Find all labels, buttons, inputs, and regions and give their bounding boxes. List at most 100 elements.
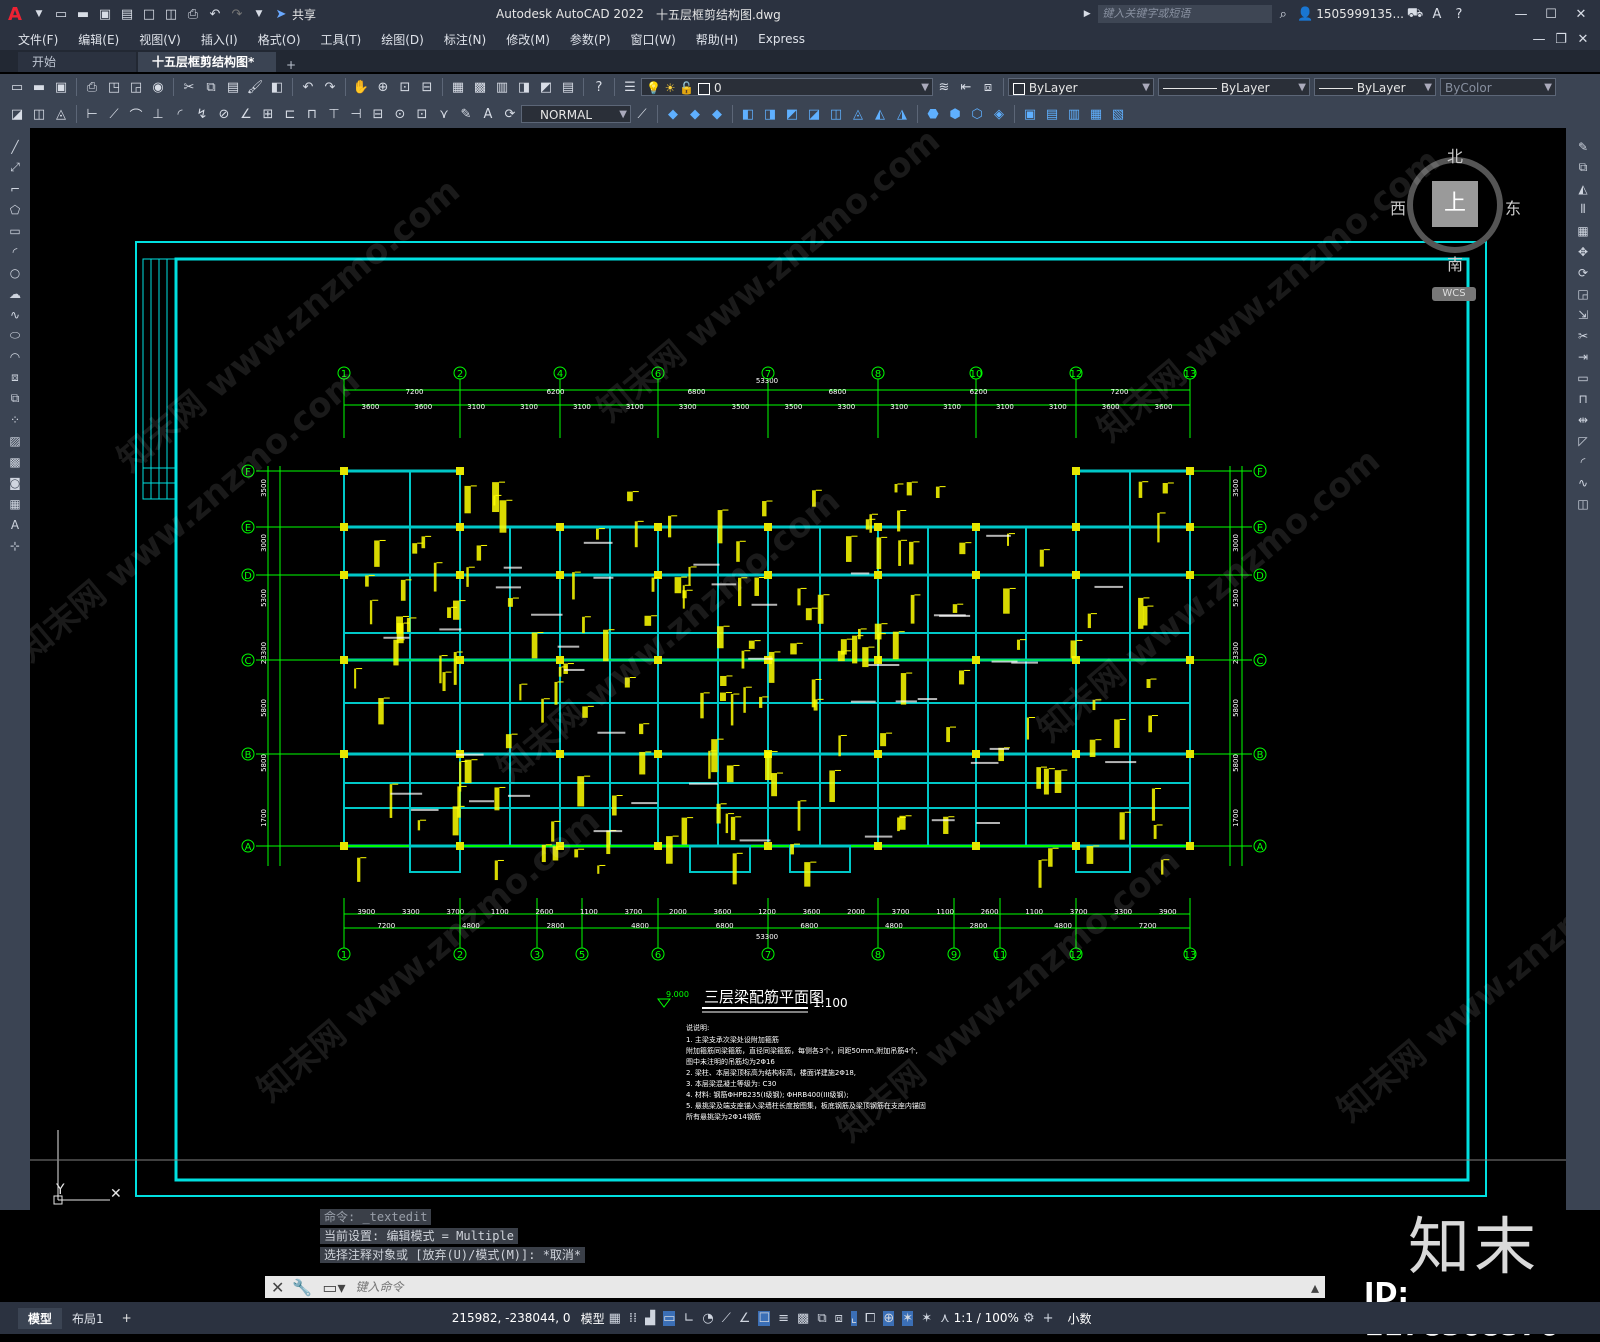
extend-icon[interactable]: ⇥ xyxy=(1571,346,1595,367)
model-space-button[interactable]: 模型 xyxy=(581,1310,605,1327)
annotation-scale-value[interactable]: 1:1 / 100% xyxy=(954,1311,1019,1325)
wcs-button[interactable]: WCS xyxy=(1432,287,1476,301)
menu-draw[interactable]: 绘图(D) xyxy=(371,31,434,48)
jog-linear-icon[interactable]: ⋎ xyxy=(435,105,453,123)
view-icon-20[interactable]: ▧ xyxy=(1109,105,1127,123)
3d-osnap-icon[interactable]: ⧈ xyxy=(835,1311,843,1326)
print-icon[interactable]: ⎙ xyxy=(184,5,202,23)
rectangle-icon[interactable]: ▭ xyxy=(3,220,27,241)
tb-blockeditor-icon[interactable]: ◧ xyxy=(268,78,286,96)
view-icon-14[interactable]: ⬡ xyxy=(968,105,986,123)
lineweight-icon[interactable]: ≡ xyxy=(778,1311,789,1326)
plotstyle-dropdown[interactable]: ByColor ▼ xyxy=(1440,78,1556,96)
web-open-icon[interactable]: □ xyxy=(140,5,158,23)
region-icon[interactable]: ◙ xyxy=(3,472,27,493)
view-icon-4[interactable]: ◧ xyxy=(739,105,757,123)
save-as-icon[interactable]: ▤ xyxy=(118,5,136,23)
web-save-icon[interactable]: ◫ xyxy=(162,5,180,23)
dynamic-ucs-icon[interactable]: ⌞ xyxy=(850,1310,857,1326)
share-button[interactable]: 共享 xyxy=(292,6,316,23)
tb-undo-icon[interactable]: ↶ xyxy=(299,78,317,96)
tb-plot-icon[interactable]: ⎙ xyxy=(83,78,101,96)
tb-designcenter-icon[interactable]: ▩ xyxy=(471,78,489,96)
mtext-icon[interactable]: A xyxy=(3,514,27,535)
tb-properties-icon[interactable]: ▦ xyxy=(449,78,467,96)
dimstyle-dropdown[interactable]: NORMAL ▼ xyxy=(521,105,631,123)
maximize-icon[interactable]: ☐ xyxy=(1542,5,1560,23)
quick-dim-icon[interactable]: ⊞ xyxy=(259,105,277,123)
rotate-icon[interactable]: ⟳ xyxy=(1571,262,1595,283)
view-icon-8[interactable]: ◫ xyxy=(827,105,845,123)
menu-dimension[interactable]: 标注(N) xyxy=(434,31,496,48)
viewcube-face-top[interactable]: 上 xyxy=(1432,181,1478,227)
layer-on-icon[interactable]: 💡 xyxy=(646,81,661,95)
linear-dim-icon[interactable]: ⊢ xyxy=(83,105,101,123)
command-prompt-icon[interactable]: ▭▾ xyxy=(322,1278,345,1297)
linetype-dropdown[interactable]: ByLayer ▼ xyxy=(1158,78,1310,96)
circle-icon[interactable]: ○ xyxy=(3,262,27,283)
menu-parametric[interactable]: 参数(P) xyxy=(560,31,621,48)
tb-cut-icon[interactable]: ✂ xyxy=(180,78,198,96)
menu-insert[interactable]: 插入(I) xyxy=(191,31,248,48)
autodesk-app-icon[interactable]: A xyxy=(1428,5,1446,23)
scale-icon[interactable]: ◲ xyxy=(1571,283,1595,304)
help-icon[interactable]: ? xyxy=(1450,5,1468,23)
tb-layer-previous-icon[interactable]: ⇤ xyxy=(957,78,975,96)
tb-calculator-icon[interactable]: ▤ xyxy=(559,78,577,96)
annotation-scale-icon[interactable]: ⋏ xyxy=(940,1311,950,1326)
layer-dropdown[interactable]: 💡 ☀ 🔓 0 ▼ xyxy=(641,78,933,96)
doc-close-icon[interactable]: ✕ xyxy=(1574,30,1592,48)
copy-object-icon[interactable]: ⧉ xyxy=(1571,157,1595,178)
move-icon[interactable]: ✥ xyxy=(1571,241,1595,262)
view-icon-16[interactable]: ▣ xyxy=(1021,105,1039,123)
hatch-icon[interactable]: ▨ xyxy=(3,430,27,451)
tab-start[interactable]: 开始 xyxy=(18,52,136,72)
arc-length-icon[interactable]: ⌒ xyxy=(127,105,145,124)
isodraft-icon[interactable]: ⟋ xyxy=(722,1311,731,1326)
view-icon-5[interactable]: ◨ xyxy=(761,105,779,123)
new-tab-icon[interactable]: + xyxy=(286,58,296,72)
menu-edit[interactable]: 编辑(E) xyxy=(68,31,129,48)
annotation-visibility-icon[interactable]: ✶ xyxy=(902,1310,914,1326)
command-recent-icon[interactable]: ▴ xyxy=(1311,1278,1319,1297)
tb-paste-icon[interactable]: ▤ xyxy=(224,78,242,96)
tb-make-current-icon[interactable]: ≋ xyxy=(935,78,953,96)
make-block-icon[interactable]: ⧉ xyxy=(3,388,27,409)
tb-icon-2[interactable]: ◫ xyxy=(30,105,48,123)
view-icon-2[interactable]: ◆ xyxy=(686,105,704,123)
transparency-icon[interactable]: ▩ xyxy=(797,1311,809,1326)
chevron-right-icon[interactable]: ▶ xyxy=(1078,5,1096,23)
user-name[interactable]: 1505999135... xyxy=(1316,7,1404,21)
search-input[interactable]: 键入关键字或短语 xyxy=(1098,5,1273,23)
color-dropdown[interactable]: ByLayer ▼ xyxy=(1008,78,1154,96)
tb-help-icon[interactable]: ? xyxy=(590,78,608,96)
command-settings-icon[interactable]: 🔧 xyxy=(292,1278,312,1297)
viewcube-east[interactable]: 东 xyxy=(1505,195,1521,219)
tb-3dprint-icon[interactable]: ◉ xyxy=(149,78,167,96)
minimize-icon[interactable]: — xyxy=(1512,5,1530,23)
share-icon[interactable]: ➤ xyxy=(272,5,290,23)
viewcube-south[interactable]: 南 xyxy=(1447,251,1463,275)
fillet-icon[interactable]: ◜ xyxy=(1571,451,1595,472)
cart-icon[interactable]: ⛟ xyxy=(1406,5,1424,23)
arc-icon[interactable]: ◜ xyxy=(3,241,27,262)
polygon-icon[interactable]: ⬠ xyxy=(3,199,27,220)
aligned-dim-icon[interactable]: ⟋ xyxy=(105,105,123,123)
polar-icon[interactable]: ◔ xyxy=(702,1311,713,1326)
view-icon-9[interactable]: ◬ xyxy=(849,105,867,123)
layout-tab-layout1[interactable]: 布局1 xyxy=(62,1308,114,1329)
view-icon-18[interactable]: ▥ xyxy=(1065,105,1083,123)
viewcube-north[interactable]: 北 xyxy=(1447,143,1463,167)
mirror-icon[interactable]: ◭ xyxy=(1571,178,1595,199)
xline-icon[interactable]: ⤢ xyxy=(3,157,27,178)
units-value[interactable]: 小数 xyxy=(1068,1310,1092,1327)
view-icon-10[interactable]: ◭ xyxy=(871,105,889,123)
grid-icon[interactable]: ▦ xyxy=(609,1311,621,1326)
angular-dim-icon[interactable]: ∠ xyxy=(237,105,255,123)
layer-lock-icon[interactable]: 🔓 xyxy=(679,81,694,95)
selection-filter-icon[interactable]: ⧠ xyxy=(865,1311,875,1326)
ortho-icon[interactable]: ∟ xyxy=(683,1311,694,1326)
revcloud-icon[interactable]: ☁ xyxy=(3,283,27,304)
center-mark-icon[interactable]: ⊙ xyxy=(391,105,409,123)
radius-dim-icon[interactable]: ◜ xyxy=(171,105,189,123)
